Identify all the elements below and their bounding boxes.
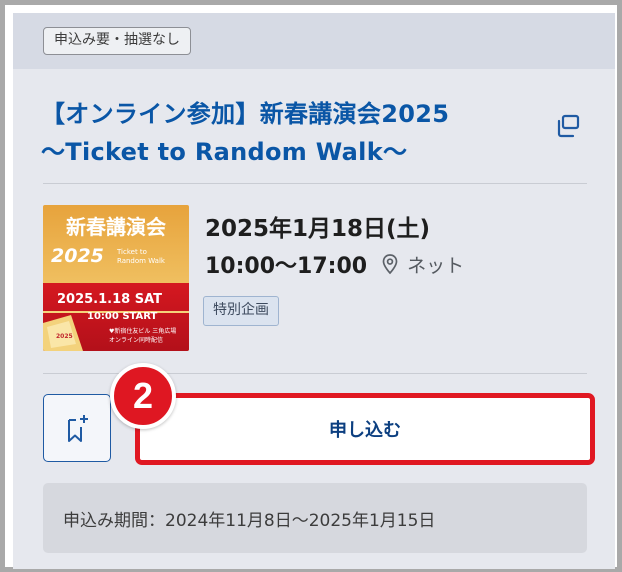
event-thumbnail[interactable]: 新春講演会 2025 Ticket to Random Walk 2025.1.… (43, 205, 189, 351)
location-pin-icon (382, 254, 398, 275)
event-time-row: 10:00～17:00 ネット (205, 249, 464, 279)
event-thumbnail-art: 新春講演会 2025 Ticket to Random Walk 2025.1.… (43, 205, 189, 351)
thumb-venue-1: ♥新宿住友ビル 三角広場 (109, 327, 176, 335)
step-number-badge: 2 (110, 363, 176, 429)
event-card: 申込み要・抽選なし 【オンライン参加】新春講演会2025 ～Ticket to … (13, 13, 615, 569)
event-time: 10:00～17:00 (205, 254, 368, 279)
title-divider (43, 183, 587, 184)
event-date: 2025年1月18日(土) (205, 216, 431, 242)
thumb-time: 10:00 START (87, 311, 158, 322)
screenshot-frame: 申込み要・抽選なし 【オンライン参加】新春講演会2025 ～Ticket to … (0, 0, 622, 572)
apply-button[interactable]: 申し込む (135, 393, 595, 465)
thumb-ticket: 2025 (56, 333, 73, 340)
external-link-icon[interactable] (555, 113, 581, 139)
bookmark-plus-icon (68, 415, 88, 442)
event-title-link[interactable]: 【オンライン参加】新春講演会2025 ～Ticket to Random Wal… (41, 95, 561, 171)
requirement-tag: 申込み要・抽選なし (43, 27, 191, 55)
thumb-subtitle-1: Ticket to (116, 248, 147, 256)
category-badge: 特別企画 (203, 296, 279, 326)
application-period-text: 申込み期間：2024年11月8日～2025年1月15日 (63, 510, 436, 531)
thumb-heading: 新春講演会 (66, 215, 166, 239)
event-location: ネット (407, 254, 465, 277)
thumb-year: 2025 (51, 245, 104, 267)
bookmark-add-button[interactable] (43, 394, 111, 462)
thumb-subtitle-2: Random Walk (117, 257, 166, 265)
application-period: 申込み期間：2024年11月8日～2025年1月15日 (43, 483, 587, 553)
thumb-date: 2025.1.18 SAT (57, 292, 162, 307)
event-title-line2: ～Ticket to Random Walk～ (41, 138, 408, 166)
thumb-venue-2: オンライン同時配信 (109, 336, 163, 344)
event-title-line1: 【オンライン参加】新春講演会2025 (41, 100, 450, 128)
